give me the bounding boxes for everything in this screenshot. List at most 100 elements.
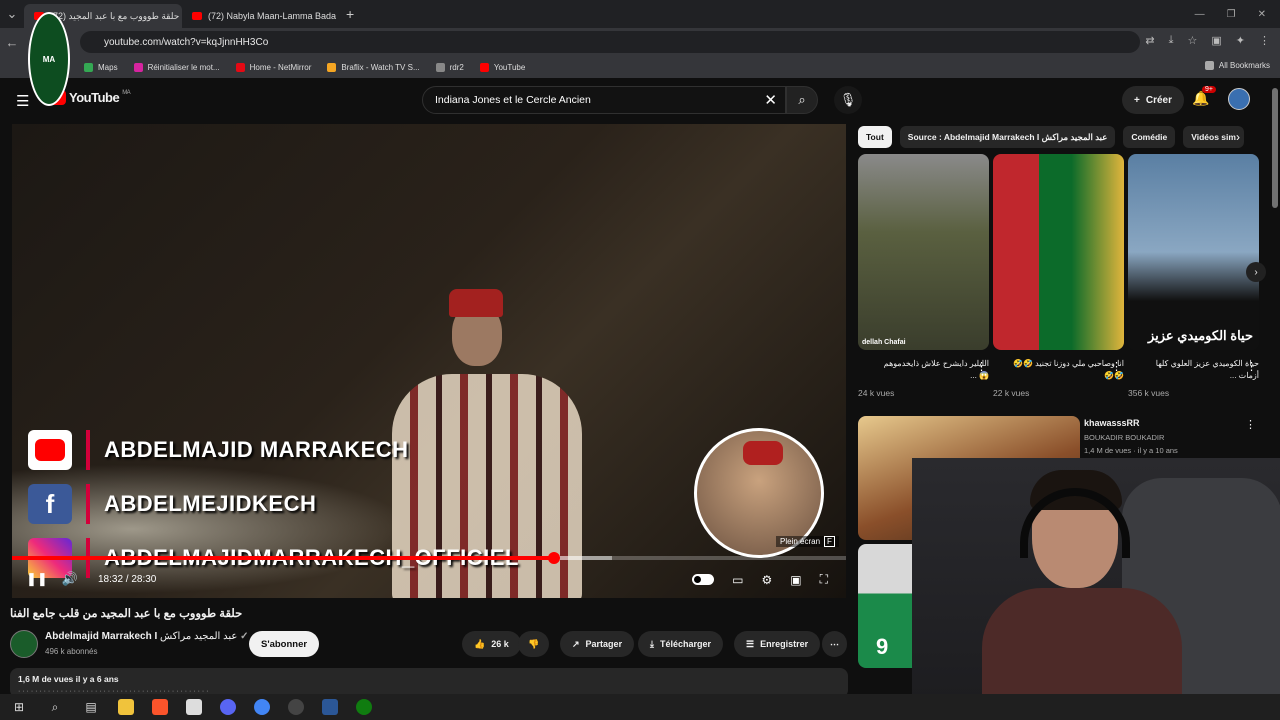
search-input[interactable]: Indiana Jones et le Cercle Ancien ✕ [422,86,786,114]
obs-icon[interactable] [288,699,304,715]
brave-icon[interactable] [152,699,168,715]
app-icon[interactable] [322,699,338,715]
autoplay-toggle[interactable] [692,574,715,585]
youtube-icon [479,62,489,72]
bookmark-youtube[interactable]: YouTube [479,62,526,72]
notification-badge: 9+ [1202,86,1216,93]
stream-overlay-logo: MA [28,12,70,106]
time-display: 18:32 / 28:30 [97,573,157,585]
short-title[interactable]: الليلير دايشرح علاش ذايخدموهم 😱 ... [858,358,989,384]
rec-views: 1,4 M de vues · il y a 10 ans [1084,446,1178,455]
menu-icon[interactable]: ⋮ [1259,34,1270,47]
start-windows-icon[interactable]: ⊞ [10,700,28,714]
short-menu-icon[interactable]: ⋮ [976,360,987,373]
video-scene-fez [449,289,503,317]
install-icon[interactable]: ⤓ [1169,34,1174,47]
rec-channel[interactable]: BOUKADIR BOUKADIR [1084,433,1244,442]
chip-similar[interactable]: Vidéos sim [1183,126,1244,148]
voice-search-button[interactable]: 🎙 [834,86,862,114]
bookmark-braflix[interactable]: Braflix - Watch TV S... [327,62,420,72]
back-icon[interactable]: ← [0,35,24,50]
short-menu-icon[interactable]: ⋮ [1246,360,1257,373]
divider [86,430,90,470]
restore-icon[interactable]: ❐ [1227,9,1236,20]
search-button[interactable]: ⌕ [786,86,818,114]
facebook-handle: ABDELMEJIDKECH [104,491,317,516]
settings-gear-icon[interactable]: ⚙ [761,573,772,587]
save-button[interactable]: ☰ Enregistrer [734,631,821,657]
clear-search-icon[interactable]: ✕ [764,91,777,109]
channel-row: Abdelmajid Marrakech I عبد المجيد مراكش … [10,628,850,660]
chip-comedy[interactable]: Comédie [1123,126,1176,148]
channel-name[interactable]: Abdelmajid Marrakech I عبد المجيد مراكش … [45,631,249,642]
dislike-button[interactable]: 👎 [518,631,550,657]
account-avatar[interactable] [1228,88,1250,110]
short-item[interactable]: dellah Chafai الليلير دايشرح علاش ذايخدم… [858,154,989,398]
save-label: Enregistrer [760,639,809,649]
bookmark-netmirror[interactable]: Home - NetMirror [235,62,311,72]
fullscreen-icon[interactable]: ⛶ [820,572,828,587]
extension-icon[interactable]: ▣ [1211,34,1221,47]
short-thumbnail[interactable]: dellah Chafai [858,154,989,350]
close-window-icon[interactable]: ✕ [1258,9,1266,20]
translate-icon[interactable]: ⇄ [1145,34,1154,47]
short-item[interactable]: انا وصاحبي ملي دوزنا تجنيد 🤣🤣🤣🤣 22 k vue… [993,154,1124,398]
task-view-icon[interactable]: ▤ [82,700,100,714]
rec-menu-icon[interactable]: ⋮ [1245,418,1256,431]
share-label: Partager [585,639,623,649]
short-thumbnail[interactable]: حياة الكوميدي عزيز [1128,154,1259,350]
short-item[interactable]: حياة الكوميدي عزيز حياة الكوميدي عزيز ال… [1128,154,1259,398]
bookmark-label: Braflix - Watch TV S... [341,62,420,72]
bookmark-star-icon[interactable]: ☆ [1188,34,1198,47]
download-button[interactable]: ⤓ Télécharger [638,631,724,657]
short-menu-icon[interactable]: ⋮ [1111,360,1122,373]
chrome-icon[interactable] [254,699,270,715]
short-title[interactable]: انا وصاحبي ملي دوزنا تجنيد 🤣🤣🤣🤣 [993,358,1124,384]
bookmark-rdr2[interactable]: rdr2 [435,62,464,72]
search-icon[interactable]: ⌕ [46,700,64,715]
bookmarks-bar: Maps Réinitialiser le mot... Home - NetM… [0,56,1280,78]
address-bar-row: ← → youtube.com/watch?v=kqJjnnHH3Co ⇄ ⤓ … [0,28,1280,56]
share-button[interactable]: ↗ Partager [560,631,635,657]
video-title: حلقة طوووب مع با عبد المجيد من قلب جامع … [10,608,243,620]
bookmark-maps[interactable]: Maps [84,62,118,72]
braflix-icon [327,62,337,72]
rec-title[interactable]: khawasssRR [1084,418,1244,428]
hamburger-menu-icon[interactable]: ☰ [16,92,29,110]
video-player[interactable]: ABDELMAJID MARRAKECH f ABDELMEJIDKECH AB… [12,124,846,598]
save-icon: ☰ [746,638,755,649]
url-field[interactable]: youtube.com/watch?v=kqJjnnHH3Co [80,31,1140,53]
subtitles-icon[interactable]: ▭ [732,573,743,587]
subscribe-button[interactable]: S'abonner [249,631,320,657]
puzzle-icon[interactable]: ✦ [1236,34,1245,47]
discord-icon[interactable] [220,699,236,715]
volume-icon[interactable]: 🔊 [62,571,78,587]
progress-bar[interactable] [12,552,846,564]
thumbs-down-icon: 👎 [528,638,540,649]
channel-avatar[interactable] [10,630,38,658]
short-thumbnail[interactable] [993,154,1124,350]
xbox-icon[interactable] [356,699,372,715]
bookmark-instagram[interactable]: Réinitialiser le mot... [133,62,220,72]
more-actions-button[interactable]: ⋯ [822,631,847,657]
tab-search-icon[interactable]: ⌄ [0,6,24,22]
chips-next-icon[interactable]: › [1236,130,1240,144]
create-button[interactable]: + Créer [1122,86,1184,114]
theater-mode-icon[interactable]: ▣ [790,573,801,587]
new-tab-icon[interactable]: + [346,6,354,22]
scrubber-handle[interactable] [548,552,561,564]
all-bookmarks[interactable]: All Bookmarks [1204,61,1270,70]
store-icon[interactable] [186,699,202,715]
page-scrollbar[interactable] [1272,88,1278,208]
bookmark-label: rdr2 [449,62,464,72]
file-explorer-icon[interactable] [118,699,134,715]
like-button[interactable]: 👍 26 k [462,631,521,657]
short-title[interactable]: حياة الكوميدي عزيز العلوي كلها أزمات ... [1128,358,1259,384]
chip-all[interactable]: Tout [858,126,892,148]
pause-icon[interactable]: ❚❚ [26,571,48,587]
shorts-next-icon[interactable]: › [1246,262,1266,282]
browser-tab[interactable]: (72) Nabyla Maan-Lamma Bada ✕ [182,4,340,28]
bookmark-label: YouTube [493,62,526,72]
minimize-icon[interactable]: — [1195,9,1205,20]
chip-source[interactable]: Source : Abdelmajid Marrakech I عبد المج… [899,126,1116,148]
